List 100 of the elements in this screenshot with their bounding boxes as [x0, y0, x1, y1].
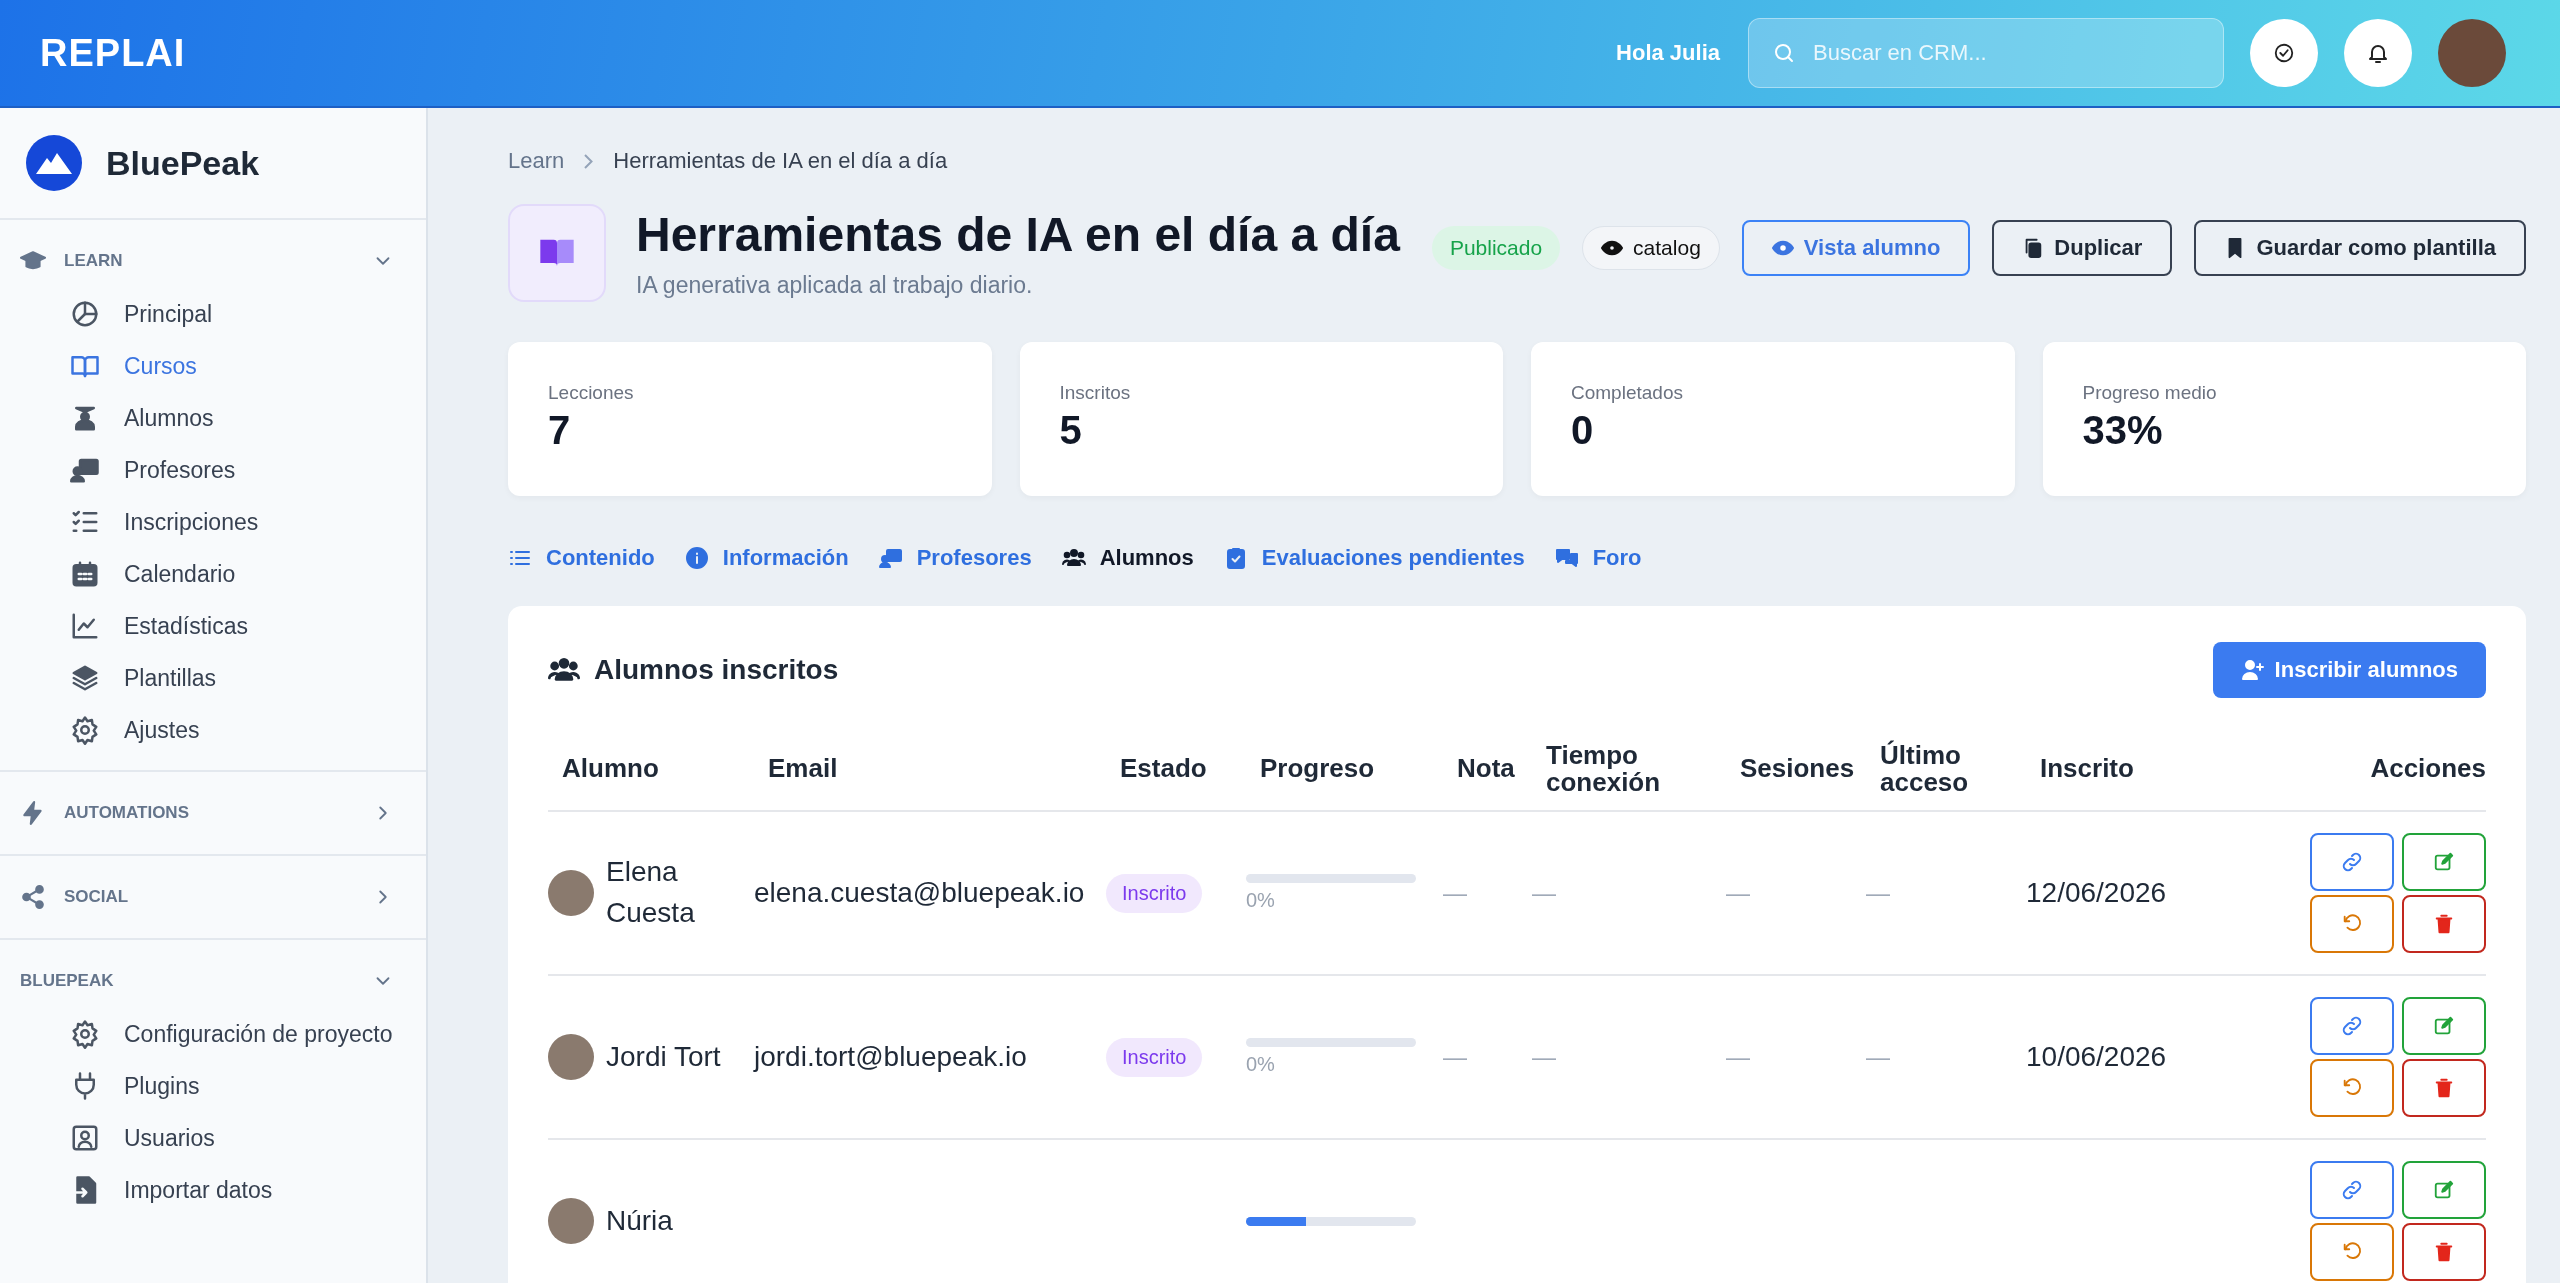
edit-button[interactable] [2402, 997, 2486, 1055]
column-header: Sesiones [1739, 755, 1856, 783]
header-button[interactable]: Duplicar [1992, 220, 2173, 276]
sidebar-item[interactable]: Usuarios [0, 1112, 426, 1164]
visibility-badge: catalog [1582, 226, 1720, 270]
breadcrumb-item: Herramientas de IA en el día a día [613, 148, 948, 174]
sidebar-item[interactable]: Plantillas [0, 652, 426, 704]
student-name[interactable]: Elena Cuesta [606, 852, 754, 934]
edit-icon [2433, 1015, 2455, 1037]
user-square-icon [70, 1123, 100, 1153]
reset-button[interactable] [2310, 1223, 2394, 1281]
header-button[interactable]: Guardar como plantilla [2194, 220, 2526, 276]
tab[interactable]: Evaluaciones pendientes [1223, 545, 1525, 571]
sidebar-item[interactable]: Calendario [0, 548, 426, 600]
table-cell: — [1532, 879, 1556, 906]
status-badge: Inscrito [1106, 1037, 1203, 1077]
edit-icon [2433, 851, 2455, 873]
date-cell: 12/06/2026 [2026, 877, 2167, 908]
delete-button[interactable] [2402, 1223, 2486, 1281]
user-plus-icon [2240, 658, 2265, 682]
email-cell: elena.cuesta@bluepeak.io [754, 877, 1085, 908]
chevron-right-icon [584, 153, 594, 169]
column-header: Tiempo conexión [1545, 741, 1662, 797]
stat-label: Completados [1571, 382, 1684, 404]
search-icon [1772, 41, 1796, 65]
student-name[interactable]: Jordi Tort [606, 1036, 721, 1078]
sidebar-item[interactable]: Inscripciones [0, 496, 426, 548]
copy-link-button[interactable] [2310, 997, 2394, 1055]
breadcrumb-item[interactable]: Learn [508, 148, 565, 174]
sidebar-section-header[interactable]: AUTOMATIONS [0, 786, 426, 840]
progress-text: 0% [1246, 1053, 1276, 1076]
table-cell: — [1726, 879, 1750, 906]
column-header: Inscrito [2039, 755, 2135, 783]
date-cell: 10/06/2026 [2026, 1041, 2167, 1072]
link-icon [2340, 850, 2364, 874]
tab[interactable]: Foro [1554, 545, 1642, 571]
gear-icon [70, 715, 100, 745]
column-header: Email [767, 755, 839, 783]
tab[interactable]: Alumnos [1061, 545, 1194, 571]
reset-button[interactable] [2310, 1059, 2394, 1117]
search-field[interactable]: Buscar en CRM... [1748, 18, 2224, 88]
stat-value: 33% [2082, 408, 2164, 453]
sidebar-item[interactable]: Importar datos [0, 1164, 426, 1216]
share-icon [20, 884, 46, 910]
copy-link-button[interactable] [2310, 1161, 2394, 1219]
table-cell: — [1443, 1043, 1467, 1070]
reset-button[interactable] [2310, 895, 2394, 953]
stat-value: 5 [1059, 408, 1083, 453]
course-title: Herramientas de IA en el día a día [636, 207, 1400, 262]
sidebar-item[interactable]: Principal [0, 288, 426, 340]
column-header: Acciones [2369, 755, 2486, 783]
stat-label: Progreso medio [2082, 382, 2218, 404]
delete-button[interactable] [2402, 895, 2486, 953]
trash-icon [2433, 1077, 2455, 1099]
copy-link-button[interactable] [2310, 833, 2394, 891]
sidebar-item[interactable]: Configuración de proyecto [0, 1008, 426, 1060]
tab[interactable]: Contenido [508, 545, 655, 571]
sidebar-item[interactable]: Ajustes [0, 704, 426, 756]
table-cell: — [1532, 1043, 1556, 1070]
delete-button[interactable] [2402, 1059, 2486, 1117]
gear-icon [70, 1019, 100, 1049]
sidebar-item[interactable]: Plugins [0, 1060, 426, 1112]
course-subtitle: IA generativa aplicada al trabajo diario. [636, 272, 1034, 299]
student-name[interactable]: Núria [606, 1200, 673, 1242]
sidebar-section-header[interactable]: SOCIAL [0, 870, 426, 924]
info-icon [684, 546, 709, 570]
edit-button[interactable] [2402, 1161, 2486, 1219]
sidebar-item[interactable]: Profesores [0, 444, 426, 496]
sidebar-section-header[interactable]: LEARN [0, 234, 426, 288]
student-avatar [548, 1034, 594, 1080]
sidebar-section-header[interactable]: BLUEPEAK [0, 954, 426, 1008]
stat-value: 7 [548, 408, 572, 453]
enroll-button[interactable]: Inscribir alumnos [2212, 642, 2486, 698]
tab[interactable]: Información [684, 545, 849, 571]
sidebar-item[interactable]: Cursos [0, 340, 426, 392]
brand-logo [26, 135, 82, 191]
brand-name: BluePeak [106, 143, 260, 183]
card-title: Alumnos inscritos [594, 654, 840, 686]
table-cell: — [1443, 879, 1467, 906]
status-badge: Inscrito [1106, 873, 1203, 913]
stat-label: Inscritos [1059, 382, 1132, 404]
edit-button[interactable] [2402, 833, 2486, 891]
trash-icon [2433, 1241, 2455, 1263]
link-icon [2340, 1014, 2364, 1038]
tab[interactable]: Profesores [878, 545, 1032, 571]
sidebar-item[interactable]: Estadísticas [0, 600, 426, 652]
line-chart-icon [70, 611, 100, 641]
stat-value: 0 [1571, 408, 1595, 453]
teacher-icon [878, 546, 903, 570]
email-cell: jordi.tort@bluepeak.io [754, 1041, 1027, 1072]
column-header: Alumno [561, 755, 660, 783]
app-logo[interactable]: REPLAI [40, 31, 186, 75]
stat-label: Lecciones [548, 382, 635, 404]
pie-chart-icon [70, 299, 100, 329]
table-cell: — [1866, 879, 1890, 906]
trash-icon [2433, 913, 2455, 935]
sidebar-item[interactable]: Alumnos [0, 392, 426, 444]
header-button[interactable]: Vista alumno [1741, 220, 1971, 276]
table-cell: — [1866, 1043, 1890, 1070]
layers-icon [70, 663, 100, 693]
